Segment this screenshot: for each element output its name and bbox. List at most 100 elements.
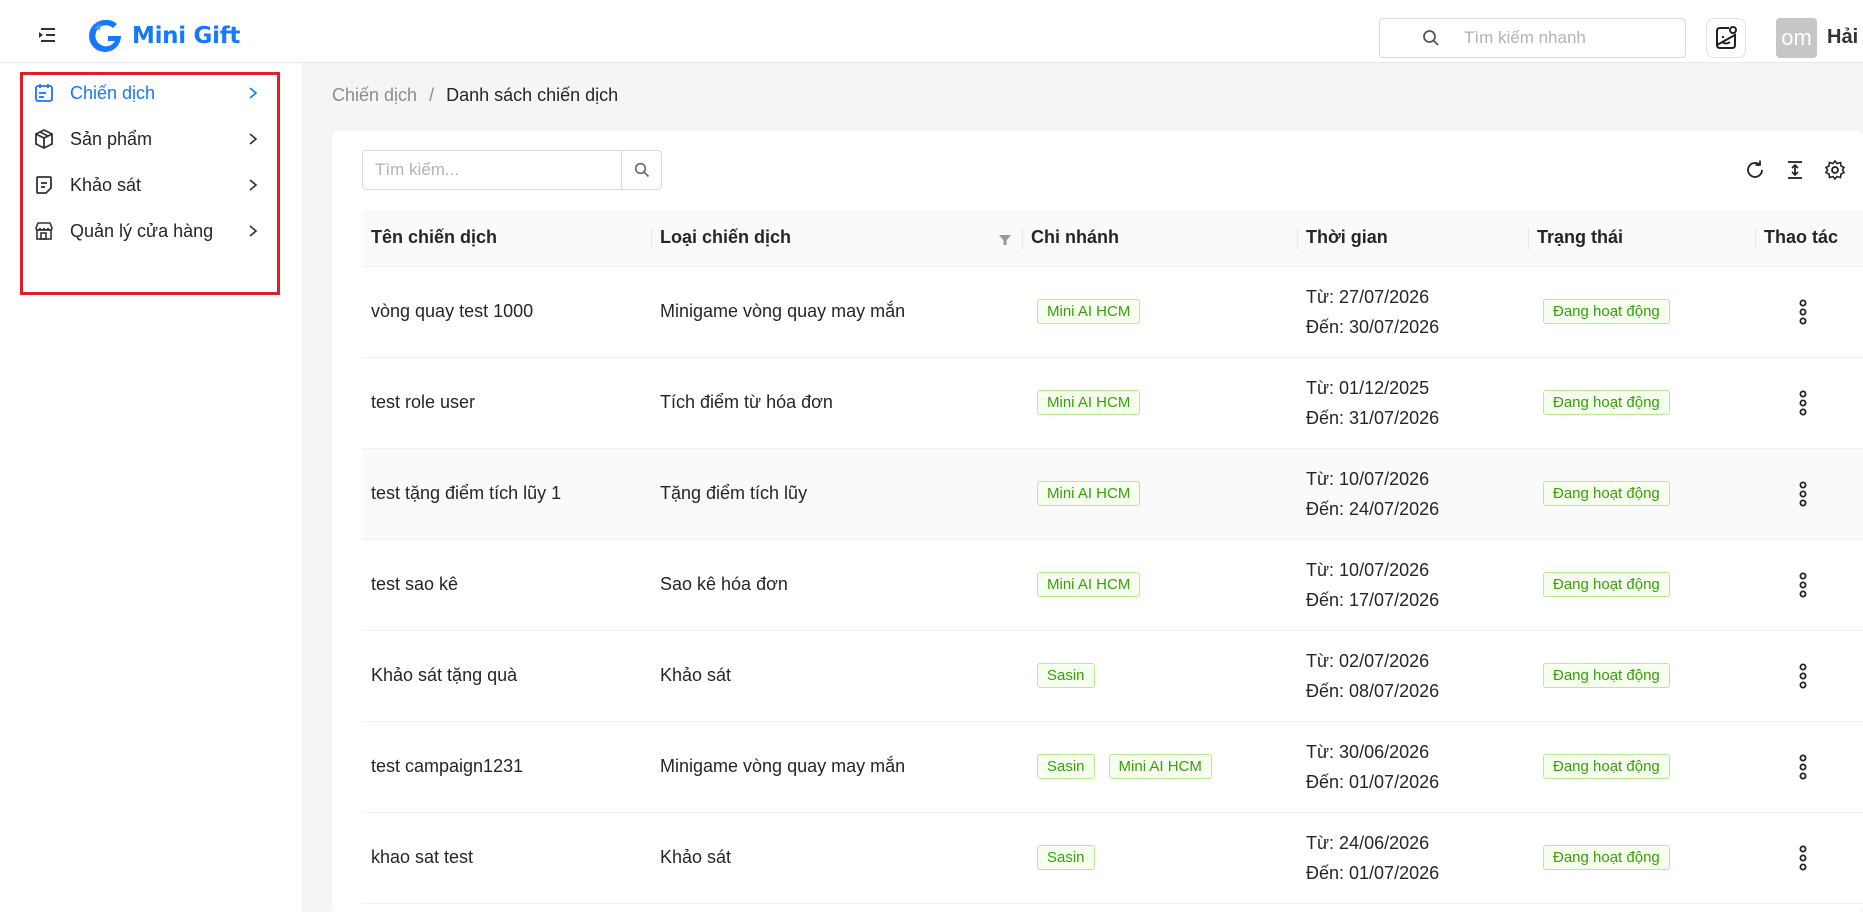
branch-cell: Mini AI HCM xyxy=(1022,539,1297,631)
menu-collapse-icon[interactable] xyxy=(36,25,58,45)
search-icon xyxy=(634,162,649,178)
campaign-type-cell: Sao kê hóa đơn xyxy=(651,539,1022,631)
campaign-type-cell: Tích điểm từ hóa đơn xyxy=(651,357,1022,449)
campaign-name-cell: khao sat test xyxy=(362,812,651,904)
time-to: Đến: 01/07/2026 xyxy=(1306,771,1440,792)
breadcrumb-current: Danh sách chiến dịch xyxy=(446,85,619,105)
table-row[interactable]: khao sat test Khảo sát Sasin Từ: 24/06/2026… xyxy=(362,812,1863,904)
status-cell: Đang hoạt động xyxy=(1528,812,1755,904)
table-row[interactable]: test tặng điểm tích lũy 1 Tặng điểm tích … xyxy=(362,448,1863,540)
status-cell: Đang hoạt động xyxy=(1528,721,1755,813)
time-from: Từ: 10/07/2026 xyxy=(1306,559,1430,580)
table-row[interactable]: Khảo sát tặng quà Khảo sát Sasin Từ: 02/07/… xyxy=(362,630,1863,722)
branch-tag: Sasin xyxy=(1037,663,1095,688)
table-toolbar xyxy=(1743,158,1863,182)
actions-cell xyxy=(1755,539,1863,631)
status-cell: Đang hoạt động xyxy=(1528,448,1755,540)
status-badge: Đang hoạt động xyxy=(1543,663,1670,688)
table-row[interactable]: vòng quay test 1000 Minigame vòng quay ma… xyxy=(362,266,1863,358)
branch-tag: Mini AI HCM xyxy=(1037,299,1141,324)
table-header-row: Tên chiến dịch Loại chiến dịch Chi nhánh… xyxy=(362,210,1863,267)
logo-icon xyxy=(89,19,121,52)
app-logo[interactable]: Mini Gift xyxy=(86,17,240,55)
column-header-actions: Thao tác xyxy=(1755,210,1863,267)
column-header-branch: Chi nhánh xyxy=(1022,210,1297,267)
more-actions-icon[interactable] xyxy=(1789,662,1817,690)
campaign-name-cell: test campaign1231 xyxy=(362,721,651,813)
time-to: Đến: 30/07/2026 xyxy=(1306,316,1440,337)
breadcrumb: Chiến dịch / Danh sách chiến dịch xyxy=(332,85,618,106)
branch-tag: Sasin xyxy=(1037,845,1095,870)
branch-cell: Sasin xyxy=(1022,630,1297,722)
time-to: Đến: 08/07/2026 xyxy=(1306,680,1440,701)
table-body: vòng quay test 1000 Minigame vòng quay ma… xyxy=(362,266,1863,904)
table-search-input[interactable] xyxy=(363,151,622,189)
column-header-time: Thời gian xyxy=(1297,210,1528,267)
more-actions-icon[interactable] xyxy=(1789,480,1817,508)
more-actions-icon[interactable] xyxy=(1789,298,1817,326)
breadcrumb-parent[interactable]: Chiến dịch xyxy=(332,85,417,106)
more-actions-icon[interactable] xyxy=(1789,389,1817,417)
breadcrumb-separator: / xyxy=(429,85,435,105)
campaign-name-cell: test role user xyxy=(362,357,651,449)
campaign-type-cell: Minigame vòng quay may mắn xyxy=(651,721,1022,813)
quick-search-input[interactable] xyxy=(1464,28,1674,48)
time-cell: Từ: 27/07/2026 Đến: 30/07/2026 xyxy=(1297,266,1528,358)
status-badge: Đang hoạt động xyxy=(1543,845,1670,870)
status-badge: Đang hoạt động xyxy=(1543,390,1670,415)
campaign-type-cell: Khảo sát xyxy=(651,812,1022,904)
search-button[interactable] xyxy=(621,151,661,189)
branch-tag: Sasin xyxy=(1037,754,1095,779)
table-row[interactable]: test campaign1231 Minigame vòng quay may … xyxy=(362,721,1863,813)
branch-tag: Mini AI HCM xyxy=(1037,390,1141,415)
branch-tag: Mini AI HCM xyxy=(1108,754,1212,779)
actions-cell xyxy=(1755,812,1863,904)
status-badge: Đang hoạt động xyxy=(1543,754,1670,779)
reload-icon[interactable] xyxy=(1743,158,1767,182)
time-to: Đến: 01/07/2026 xyxy=(1306,862,1440,883)
time-from: Từ: 01/12/2025 xyxy=(1306,377,1430,398)
more-actions-icon[interactable] xyxy=(1789,753,1817,781)
column-height-icon[interactable] xyxy=(1783,158,1807,182)
table-row[interactable]: test role user Tích điểm từ hóa đơn Mini A… xyxy=(362,357,1863,449)
sidebar-highlight-box xyxy=(20,72,280,295)
logo-text: Mini Gift xyxy=(132,23,241,49)
time-cell: Từ: 10/07/2026 Đến: 17/07/2026 xyxy=(1297,539,1528,631)
time-cell: Từ: 02/07/2026 Đến: 08/07/2026 xyxy=(1297,630,1528,722)
actions-cell xyxy=(1755,630,1863,722)
status-badge: Đang hoạt động xyxy=(1543,299,1670,324)
branch-cell: Sasin xyxy=(1022,812,1297,904)
settings-gear-icon[interactable] xyxy=(1823,158,1847,182)
username[interactable]: Hải xyxy=(1827,26,1858,49)
status-cell: Đang hoạt động xyxy=(1528,357,1755,449)
table-search-box[interactable] xyxy=(362,150,662,190)
time-from: Từ: 24/06/2026 xyxy=(1306,832,1430,853)
table-row[interactable]: test sao kê Sao kê hóa đơn Mini AI HCM Từ: … xyxy=(362,539,1863,631)
campaign-name-cell: Khảo sát tặng quà xyxy=(362,630,651,722)
status-cell: Đang hoạt động xyxy=(1528,630,1755,722)
campaign-list-card: Tên chiến dịch Loại chiến dịch Chi nhánh… xyxy=(332,131,1863,912)
branch-cell: Mini AI HCM xyxy=(1022,357,1297,449)
avatar[interactable]: om xyxy=(1776,18,1817,58)
notification-button[interactable] xyxy=(1706,18,1746,58)
status-badge: Đang hoạt động xyxy=(1543,572,1670,597)
time-from: Từ: 10/07/2026 xyxy=(1306,468,1430,489)
search-icon xyxy=(1422,29,1440,47)
actions-cell xyxy=(1755,266,1863,358)
campaign-type-cell: Khảo sát xyxy=(651,630,1022,722)
time-from: Từ: 30/06/2026 xyxy=(1306,741,1430,762)
actions-cell xyxy=(1755,357,1863,449)
time-from: Từ: 27/07/2026 xyxy=(1306,286,1430,307)
time-cell: Từ: 30/06/2026 Đến: 01/07/2026 xyxy=(1297,721,1528,813)
more-actions-icon[interactable] xyxy=(1789,571,1817,599)
main-content: Chiến dịch / Danh sách chiến dịch Tìm ki… xyxy=(302,63,1863,912)
time-cell: Từ: 10/07/2026 Đến: 24/07/2026 xyxy=(1297,448,1528,540)
more-actions-icon[interactable] xyxy=(1789,844,1817,872)
filter-icon[interactable] xyxy=(998,231,1012,245)
top-header: Mini Gift om Hải xyxy=(0,0,1863,63)
status-cell: Đang hoạt động xyxy=(1528,266,1755,358)
branch-cell: Mini AI HCM xyxy=(1022,266,1297,358)
chat-bot-icon xyxy=(1715,26,1737,49)
campaign-name-cell: test sao kê xyxy=(362,539,651,631)
quick-search-box[interactable] xyxy=(1379,18,1686,58)
